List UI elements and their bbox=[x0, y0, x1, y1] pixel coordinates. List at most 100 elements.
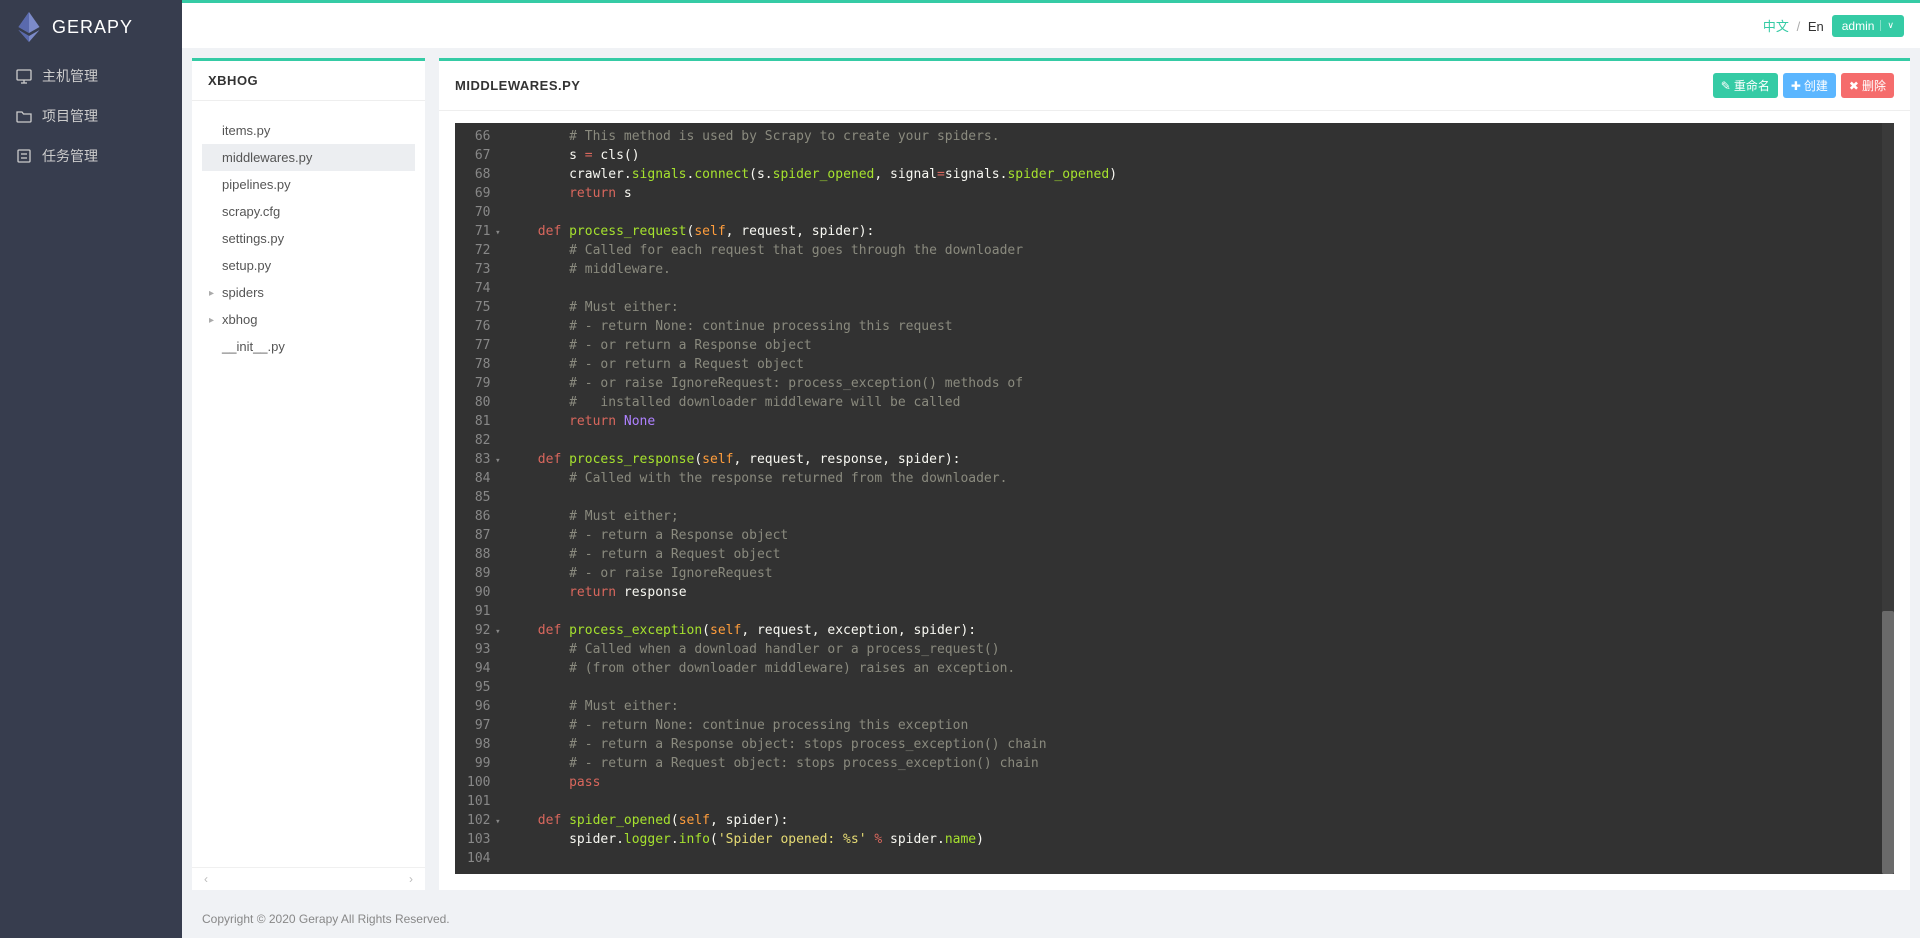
fold-icon[interactable]: ▾ bbox=[495, 452, 500, 471]
code-line[interactable]: # Called with the response returned from… bbox=[506, 469, 1886, 488]
line-number: 69 bbox=[467, 184, 490, 203]
rename-button[interactable]: ✎ 重命名 bbox=[1713, 73, 1778, 98]
code-line[interactable]: def process_request(self, request, spide… bbox=[506, 222, 1886, 241]
file-tree: items.pymiddlewares.pypipelines.pyscrapy… bbox=[192, 101, 425, 867]
file-tree-item[interactable]: xbhog bbox=[202, 306, 415, 333]
code-line[interactable]: # Must either; bbox=[506, 507, 1886, 526]
code-line[interactable] bbox=[506, 279, 1886, 298]
file-panel: XBHOG items.pymiddlewares.pypipelines.py… bbox=[192, 58, 425, 890]
sidebar-item-1[interactable]: 项目管理 bbox=[0, 96, 182, 136]
delete-button[interactable]: ✖ 删除 bbox=[1841, 73, 1894, 98]
line-number: 85 bbox=[467, 488, 490, 507]
line-number: 102▾ bbox=[467, 811, 490, 830]
code-line[interactable] bbox=[506, 602, 1886, 621]
code-line[interactable]: # - or raise IgnoreRequest bbox=[506, 564, 1886, 583]
footer-text: Copyright © 2020 Gerapy All Rights Reser… bbox=[182, 900, 1920, 938]
sidebar-item-2[interactable]: 任务管理 bbox=[0, 136, 182, 176]
logo-icon bbox=[16, 12, 42, 42]
create-button[interactable]: ✚ 创建 bbox=[1783, 73, 1836, 98]
code-line[interactable] bbox=[506, 792, 1886, 811]
code-line[interactable]: s = cls() bbox=[506, 146, 1886, 165]
content: XBHOG items.pymiddlewares.pypipelines.py… bbox=[182, 48, 1920, 900]
brand-text: GERAPY bbox=[52, 17, 133, 38]
line-number: 83▾ bbox=[467, 450, 490, 469]
code-line[interactable]: pass bbox=[506, 773, 1886, 792]
code-line[interactable]: # - return a Request object: stops proce… bbox=[506, 754, 1886, 773]
code-line[interactable] bbox=[506, 678, 1886, 697]
code-line[interactable] bbox=[506, 849, 1886, 868]
code-line[interactable]: # - or return a Response object bbox=[506, 336, 1886, 355]
code-line[interactable]: # - return a Response object bbox=[506, 526, 1886, 545]
fold-icon[interactable]: ▾ bbox=[495, 813, 500, 832]
tree-scroll-left[interactable]: ‹ bbox=[204, 872, 208, 886]
line-number: 92▾ bbox=[467, 621, 490, 640]
line-number: 70 bbox=[467, 203, 490, 222]
code-line[interactable]: spider.logger.info('Spider opened: %s' %… bbox=[506, 830, 1886, 849]
file-tree-item[interactable]: scrapy.cfg bbox=[202, 198, 415, 225]
code-line[interactable]: # - return a Response object: stops proc… bbox=[506, 735, 1886, 754]
panel-actions: ✎ 重命名 ✚ 创建 ✖ 删除 bbox=[1713, 73, 1894, 98]
file-tree-item[interactable]: spiders bbox=[202, 279, 415, 306]
code-line[interactable]: def process_response(self, request, resp… bbox=[506, 450, 1886, 469]
logo[interactable]: GERAPY bbox=[0, 0, 182, 56]
code-line[interactable]: # - or raise IgnoreRequest: process_exce… bbox=[506, 374, 1886, 393]
code-area[interactable]: # This method is used by Scrapy to creat… bbox=[498, 123, 1894, 874]
line-number: 97 bbox=[467, 716, 490, 735]
code-line[interactable]: def spider_opened(self, spider): bbox=[506, 811, 1886, 830]
code-line[interactable] bbox=[506, 488, 1886, 507]
code-line[interactable]: # - return None: continue processing thi… bbox=[506, 317, 1886, 336]
line-number: 94 bbox=[467, 659, 490, 678]
line-number: 81 bbox=[467, 412, 490, 431]
line-number: 75 bbox=[467, 298, 490, 317]
fold-icon[interactable]: ▾ bbox=[495, 224, 500, 243]
fold-icon[interactable]: ▾ bbox=[495, 623, 500, 642]
line-number: 100 bbox=[467, 773, 490, 792]
code-editor[interactable]: 666768697071▾727374757677787980818283▾84… bbox=[455, 123, 1894, 874]
code-line[interactable]: # - return None: continue processing thi… bbox=[506, 716, 1886, 735]
file-tree-item[interactable]: setup.py bbox=[202, 252, 415, 279]
code-line[interactable]: # Called for each request that goes thro… bbox=[506, 241, 1886, 260]
close-icon: ✖ bbox=[1849, 79, 1859, 93]
user-menu-button[interactable]: admin ∨ bbox=[1832, 15, 1904, 37]
editor-wrap: 666768697071▾727374757677787980818283▾84… bbox=[439, 111, 1910, 890]
app-root: GERAPY 主机管理项目管理任务管理 中文 / En admin ∨ XBHO… bbox=[0, 0, 1920, 938]
code-line[interactable]: def process_exception(self, request, exc… bbox=[506, 621, 1886, 640]
code-line[interactable]: # This method is used by Scrapy to creat… bbox=[506, 127, 1886, 146]
line-number: 77 bbox=[467, 336, 490, 355]
file-tree-item[interactable]: pipelines.py bbox=[202, 171, 415, 198]
code-line[interactable]: crawler.signals.connect(s.spider_opened,… bbox=[506, 165, 1886, 184]
edit-icon: ✎ bbox=[1721, 79, 1731, 93]
code-line[interactable]: # - or return a Request object bbox=[506, 355, 1886, 374]
editor-scrollbar-track[interactable] bbox=[1882, 123, 1894, 874]
code-line[interactable] bbox=[506, 431, 1886, 450]
file-tree-item[interactable]: settings.py bbox=[202, 225, 415, 252]
code-line[interactable]: return None bbox=[506, 412, 1886, 431]
code-line[interactable]: return response bbox=[506, 583, 1886, 602]
code-line[interactable]: # Called when a download handler or a pr… bbox=[506, 640, 1886, 659]
code-line[interactable]: return s bbox=[506, 184, 1886, 203]
code-line[interactable]: # (from other downloader middleware) rai… bbox=[506, 659, 1886, 678]
code-line[interactable]: # middleware. bbox=[506, 260, 1886, 279]
sidebar: GERAPY 主机管理项目管理任务管理 bbox=[0, 0, 182, 938]
line-number: 87 bbox=[467, 526, 490, 545]
nav-label: 项目管理 bbox=[42, 106, 98, 126]
file-tree-item[interactable]: __init__.py bbox=[202, 333, 415, 360]
code-line[interactable]: # Must either: bbox=[506, 298, 1886, 317]
line-number: 80 bbox=[467, 393, 490, 412]
line-number: 98 bbox=[467, 735, 490, 754]
file-tree-item[interactable]: middlewares.py bbox=[202, 144, 415, 171]
lang-en[interactable]: En bbox=[1808, 19, 1824, 34]
code-line[interactable]: # - return a Request object bbox=[506, 545, 1886, 564]
file-tree-item[interactable]: items.py bbox=[202, 117, 415, 144]
line-number: 89 bbox=[467, 564, 490, 583]
line-number: 72 bbox=[467, 241, 490, 260]
code-line[interactable]: # installed downloader middleware will b… bbox=[506, 393, 1886, 412]
file-panel-title: XBHOG bbox=[192, 61, 425, 101]
sidebar-item-0[interactable]: 主机管理 bbox=[0, 56, 182, 96]
editor-scrollbar-thumb[interactable] bbox=[1882, 611, 1894, 874]
lang-zh[interactable]: 中文 bbox=[1763, 19, 1789, 34]
code-line[interactable]: # Must either: bbox=[506, 697, 1886, 716]
line-number: 66 bbox=[467, 127, 490, 146]
code-line[interactable] bbox=[506, 203, 1886, 222]
tree-scroll-right[interactable]: › bbox=[409, 872, 413, 886]
